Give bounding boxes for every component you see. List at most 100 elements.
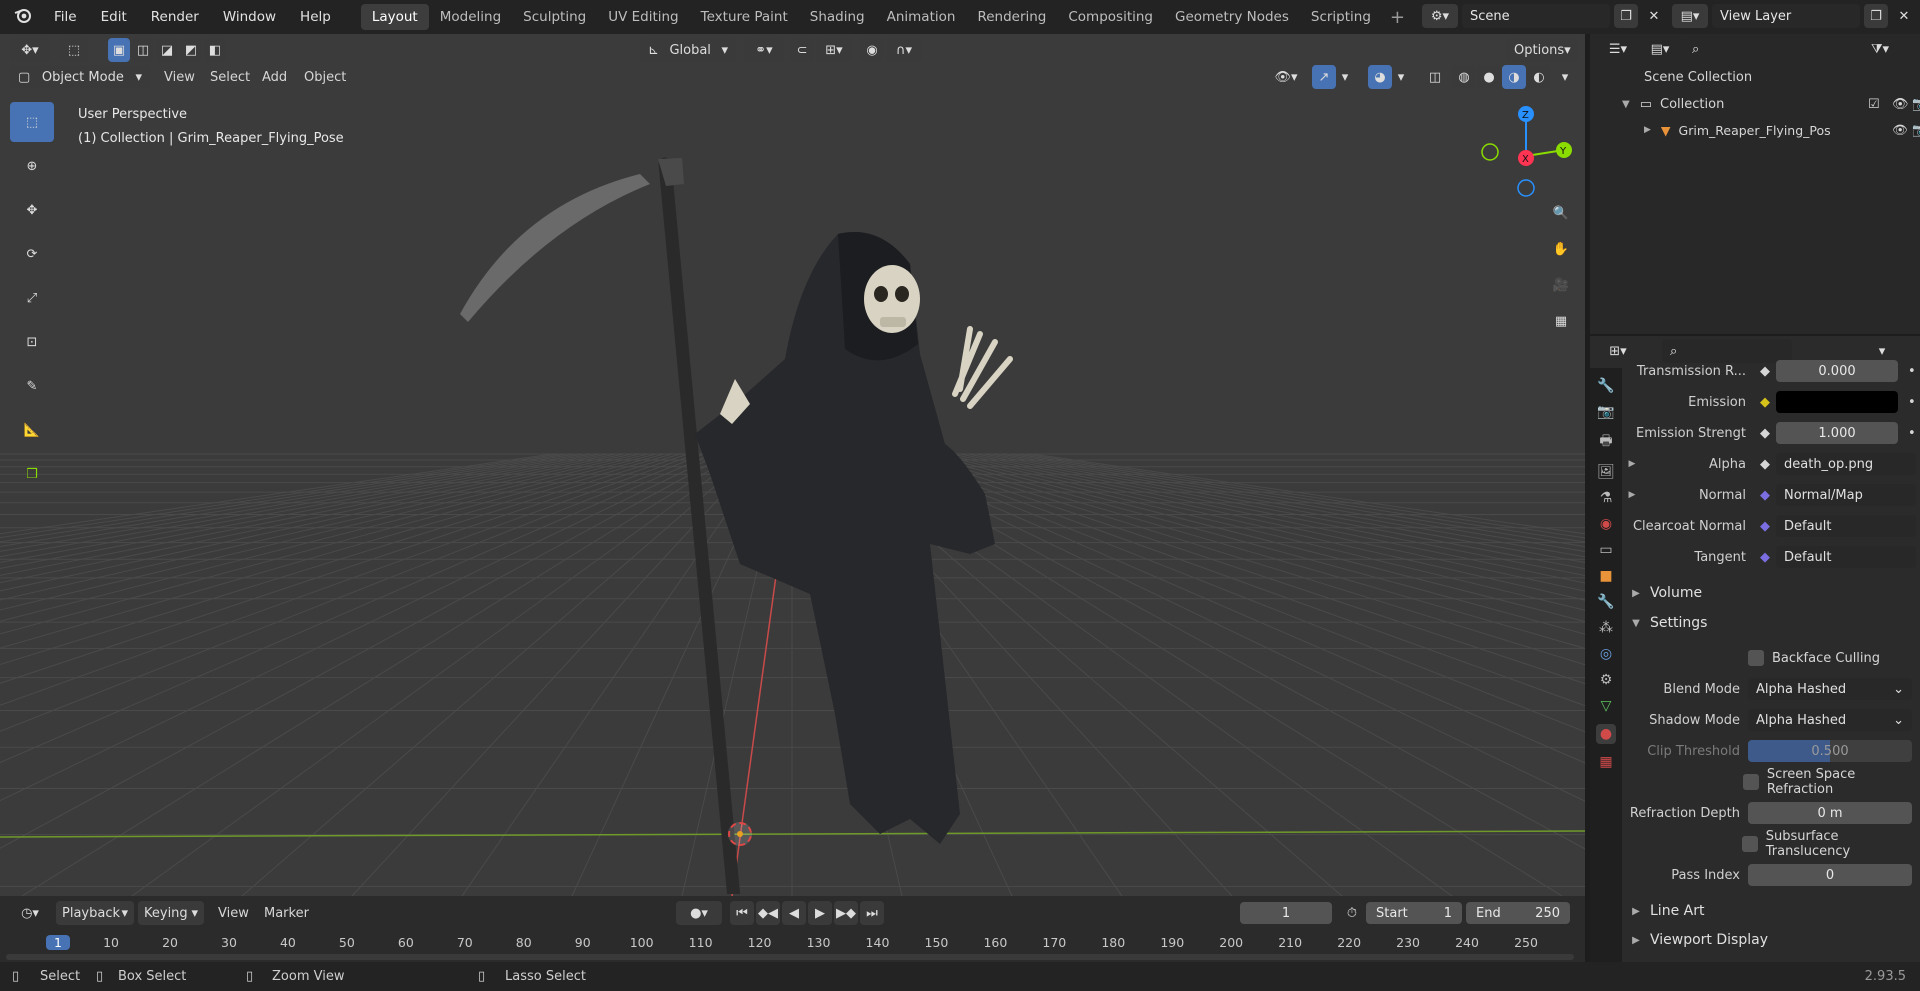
select-extend-icon[interactable]: ◫	[132, 38, 154, 62]
line-art-panel-header[interactable]: ▶ Line Art	[1622, 897, 1920, 925]
tab-shading[interactable]: Shading	[799, 4, 876, 30]
add-workspace-button[interactable]: +	[1382, 5, 1413, 30]
options-dropdown[interactable]: Options ▾	[1506, 38, 1578, 62]
tab-scripting[interactable]: Scripting	[1300, 4, 1382, 30]
keyframe-dot-icon[interactable]: •	[1908, 426, 1916, 441]
select-tool-icon[interactable]: ⬚	[60, 38, 88, 62]
xray-toggle-icon[interactable]: ◫	[1424, 65, 1446, 89]
outliner-collection-row[interactable]: ▼ ▭ Collection ☑ 👁 📷	[1622, 92, 1920, 116]
menu-edit[interactable]: Edit	[89, 9, 139, 25]
checkbox-icon[interactable]: ☑	[1868, 97, 1880, 112]
tab-modeling[interactable]: Modeling	[429, 4, 512, 30]
object-tab-icon[interactable]: ■	[1599, 568, 1612, 584]
rotate-tool-icon[interactable]: ⟳	[10, 234, 54, 274]
emission-color-swatch[interactable]	[1776, 391, 1898, 413]
tab-animation[interactable]: Animation	[876, 4, 967, 30]
move-tool-icon[interactable]: ✥	[10, 190, 54, 230]
filter-icon[interactable]: ⧩▾	[1862, 37, 1898, 61]
add-cube-tool-icon[interactable]: ❒	[10, 454, 54, 494]
zoom-icon[interactable]: 🔍	[1548, 200, 1574, 226]
output-tab-icon[interactable]: 🖶	[1599, 430, 1612, 454]
select-subtract-icon[interactable]: ◪	[156, 38, 178, 62]
scene-browse-icon[interactable]: ⚙▾	[1422, 4, 1458, 28]
measure-tool-icon[interactable]: 📐	[10, 410, 54, 450]
pass-index-field[interactable]: 0	[1748, 864, 1912, 886]
viewport-menu-view[interactable]: View	[164, 70, 195, 85]
scene-tab-icon[interactable]: ⚗	[1600, 490, 1613, 506]
tab-rendering[interactable]: Rendering	[966, 4, 1057, 30]
blender-logo-icon[interactable]	[0, 7, 42, 27]
volume-panel-header[interactable]: ▶ Volume	[1622, 579, 1920, 607]
view-layer-field[interactable]: View Layer	[1712, 4, 1860, 28]
viewport-menu-add[interactable]: Add	[262, 70, 287, 85]
viewport-display-panel-header[interactable]: ▶ Viewport Display	[1622, 926, 1920, 954]
timeline-menu-view[interactable]: View	[218, 906, 249, 921]
keyframe-dot-icon[interactable]: •	[1908, 395, 1916, 410]
auto-keying-icon[interactable]: ●▾	[676, 901, 722, 925]
tab-layout[interactable]: Layout	[360, 4, 429, 30]
visibility-icon[interactable]: 👁▾	[1268, 65, 1304, 89]
emission-strength-field[interactable]: 1.000	[1776, 422, 1898, 444]
eye-icon[interactable]: 👁	[1892, 97, 1909, 112]
menu-render[interactable]: Render	[139, 9, 211, 25]
expand-arrow-icon[interactable]: ▶	[1644, 125, 1651, 135]
collection-tab-icon[interactable]: ▭	[1599, 542, 1612, 558]
alpha-link-field[interactable]: death_op.png	[1776, 453, 1916, 475]
scale-tool-icon[interactable]: ⤢	[10, 278, 54, 318]
display-mode-icon[interactable]: ▤▾	[1642, 37, 1678, 61]
play-reverse-icon[interactable]: ◀	[782, 901, 806, 925]
backface-culling-checkbox[interactable]	[1748, 650, 1764, 666]
tangent-field[interactable]: Default	[1776, 546, 1916, 568]
ssr-row[interactable]: Screen Space Refraction	[1622, 767, 1920, 797]
tab-uv-editing[interactable]: UV Editing	[597, 4, 689, 30]
next-keyframe-icon[interactable]: ▶◆	[834, 901, 858, 925]
outliner-editor-type-icon[interactable]: ☰▾	[1600, 37, 1636, 61]
camera-view-icon[interactable]: 🎥	[1548, 272, 1574, 298]
outliner-scene-collection[interactable]: Scene Collection	[1644, 70, 1752, 85]
solid-shading-icon[interactable]: ●	[1477, 65, 1501, 89]
viewport-menu-select[interactable]: Select	[210, 70, 250, 85]
3d-cursor[interactable]	[728, 822, 752, 846]
select-box-tool-icon[interactable]: ⬚	[10, 102, 54, 142]
view-layer-tab-icon[interactable]: 🖼	[1597, 464, 1615, 480]
timeline-ruler[interactable]: 1 10 20 30 40 50 60 70 80 90 100 110 120 130 140 150 160…	[0, 932, 1585, 954]
menu-window[interactable]: Window	[211, 9, 288, 25]
clearcoat-normal-field[interactable]: Default	[1776, 515, 1916, 537]
modifiers-tab-icon[interactable]: 🔧	[1597, 594, 1614, 610]
rendered-shading-icon[interactable]: ◐	[1527, 65, 1551, 89]
expand-arrow-icon[interactable]: ▶	[1622, 459, 1642, 469]
transmission-roughness-field[interactable]: 0.000	[1776, 360, 1898, 382]
pivot-point-icon[interactable]: ⚭▾	[744, 38, 784, 62]
view-layer-browse-icon[interactable]: ▤▾	[1672, 4, 1708, 28]
outliner-search-input[interactable]: ⌕	[1684, 37, 1844, 61]
expand-arrow-icon[interactable]: ▶	[1622, 490, 1642, 500]
end-frame-field[interactable]: End 250	[1466, 902, 1570, 924]
settings-panel-header[interactable]: ▼ Settings	[1622, 609, 1920, 637]
gizmo-toggle-icon[interactable]: ↗	[1312, 65, 1336, 89]
render-camera-icon[interactable]: 📷	[1912, 122, 1920, 138]
normal-link-field[interactable]: Normal/Map	[1776, 484, 1916, 506]
material-tab-icon[interactable]: ●	[1595, 724, 1617, 744]
playback-menu[interactable]: Playback ▾	[56, 901, 134, 925]
proportional-edit-icon[interactable]: ◉	[860, 38, 884, 62]
mode-dropdown[interactable]: ▢ Object Mode ▾	[10, 65, 150, 89]
tab-geometry-nodes[interactable]: Geometry Nodes	[1164, 4, 1300, 30]
viewport-menu-object[interactable]: Object	[304, 70, 346, 85]
select-new-icon[interactable]: ▣	[108, 38, 130, 62]
backface-culling-row[interactable]: Backface Culling	[1622, 644, 1920, 672]
sss-checkbox[interactable]	[1742, 836, 1758, 852]
jump-end-icon[interactable]: ⏭	[860, 901, 884, 925]
start-frame-field[interactable]: Start 1	[1366, 902, 1462, 924]
keying-menu[interactable]: Keying ▾	[138, 901, 204, 925]
jump-start-icon[interactable]: ⏮	[730, 901, 754, 925]
texture-tab-icon[interactable]: ▦	[1599, 754, 1612, 770]
perspective-toggle-icon[interactable]: ▦	[1548, 308, 1574, 334]
current-frame-field[interactable]: 1	[1240, 902, 1332, 924]
tool-tab-icon[interactable]: 🔧	[1597, 378, 1614, 394]
transform-tool-icon[interactable]: ⊡	[10, 322, 54, 362]
menu-help[interactable]: Help	[288, 9, 343, 25]
scene-name-field[interactable]: Scene	[1462, 4, 1610, 28]
overlays-toggle-icon[interactable]: ◕	[1368, 65, 1392, 89]
chevron-down-icon[interactable]: ▾	[1336, 65, 1354, 89]
clip-threshold-slider[interactable]: 0.500	[1748, 740, 1912, 762]
